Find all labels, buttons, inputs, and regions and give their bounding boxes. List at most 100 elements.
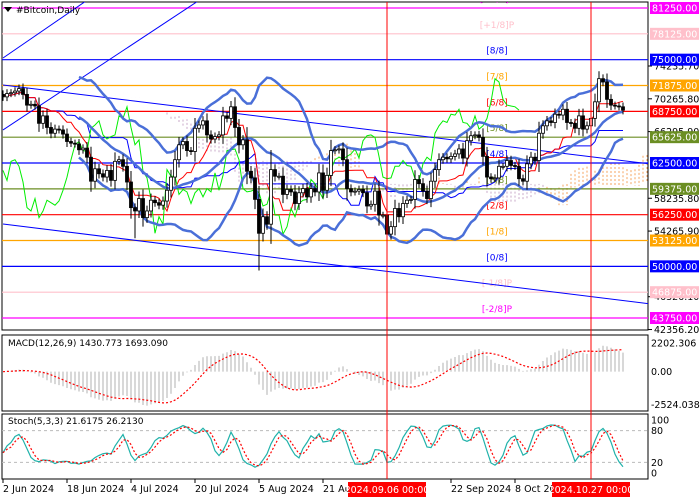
candle [393, 208, 397, 228]
date-tick-label: 18 Jun 2024 [67, 484, 124, 495]
candle [249, 170, 253, 179]
candle [197, 124, 201, 129]
candle [605, 81, 609, 100]
price-level-label: 75000.00 [652, 55, 697, 66]
candle [505, 160, 509, 167]
candle [153, 199, 157, 204]
candle [85, 147, 89, 158]
price-level-label: 53125.00 [652, 236, 697, 247]
candle [221, 115, 225, 136]
candle [17, 88, 21, 92]
candle [377, 190, 381, 216]
candle [141, 198, 145, 218]
candle [341, 148, 345, 161]
candle [113, 160, 117, 181]
candle [125, 165, 129, 183]
candle [417, 179, 421, 185]
candle [597, 78, 601, 103]
trading-chart[interactable]: [+2/8]P[+1/8]P[8/8][7/8][6/8][5/8][4/8][… [0, 0, 700, 500]
murrey-level-label: [2/8] [486, 202, 508, 212]
candle [561, 108, 565, 116]
candle [33, 103, 37, 107]
candle [465, 140, 469, 159]
candle [281, 175, 285, 195]
candle [537, 132, 541, 161]
candle [489, 176, 493, 180]
candle [361, 189, 365, 194]
date-tick-label: 4 Jul 2024 [131, 484, 179, 495]
candle [541, 125, 545, 134]
candle [49, 127, 53, 134]
candle [97, 168, 101, 175]
candle [241, 139, 245, 146]
candle [69, 141, 73, 144]
candle [193, 127, 197, 152]
candle [409, 198, 413, 201]
candle [213, 136, 217, 140]
murrey-level-label: [+2/8]P [480, 0, 515, 5]
candle [453, 153, 457, 157]
candle [509, 160, 513, 166]
candle [449, 155, 453, 160]
candle [185, 141, 189, 152]
candle [157, 202, 161, 206]
candle [53, 128, 57, 134]
candle [301, 188, 305, 194]
candle [45, 115, 49, 128]
candle [549, 120, 553, 123]
price-level-label: 65625.00 [652, 133, 697, 144]
candle [485, 155, 489, 178]
macd-title: MACD(12,26,9) 1430.773 1693.090 [8, 339, 168, 349]
candle [245, 139, 249, 172]
candle [373, 190, 377, 205]
candle [149, 199, 153, 212]
candle [73, 142, 77, 145]
candle [437, 159, 441, 171]
date-tick-label: 22 Sep 2024 [451, 484, 511, 495]
price-level-label: 78125.00 [652, 29, 697, 40]
candle [601, 78, 605, 83]
price-panel[interactable]: [+2/8]P[+1/8]P[8/8][7/8][6/8][5/8][4/8][… [1, 0, 700, 336]
candle [585, 125, 589, 130]
candle [61, 129, 65, 135]
candle [621, 106, 625, 111]
macd-tick-label: 2202.306 [651, 339, 696, 350]
murrey-level-label: [0/8] [486, 253, 508, 263]
candle [117, 159, 121, 162]
candle [237, 127, 241, 146]
candle [609, 98, 613, 106]
candle [493, 177, 497, 180]
candle [457, 148, 461, 155]
price-level-label: 59375.00 [652, 184, 697, 195]
candle [77, 143, 81, 151]
price-level-label: 71875.00 [652, 81, 697, 92]
candle [325, 175, 329, 191]
price-level-label: 62500.00 [652, 159, 697, 170]
murrey-level-label: [8/8] [486, 47, 508, 57]
candle [189, 150, 193, 153]
candle [129, 181, 133, 209]
candle [613, 104, 617, 107]
candle [389, 226, 393, 235]
candle [29, 103, 33, 106]
candle [225, 115, 229, 119]
candle [317, 172, 321, 193]
date-marker-label: 2024.09.06 00:00 [345, 485, 430, 496]
candle [133, 207, 137, 212]
candle [337, 148, 341, 151]
date-axis: 2 Jun 2024 18 Jun 2024 4 Jul 2024 20 Jul 20… [2, 479, 568, 495]
candle [57, 128, 61, 131]
candle [569, 122, 573, 124]
candle [177, 144, 181, 161]
candle [173, 159, 177, 178]
candle [357, 189, 361, 192]
candle [445, 156, 449, 160]
candle [253, 177, 257, 200]
price-level-label: 50000.00 [652, 262, 697, 273]
candle [161, 200, 165, 206]
candle [209, 134, 213, 140]
candle [165, 189, 169, 202]
candle [345, 159, 349, 190]
price-level-label: 46875.00 [652, 288, 697, 299]
murrey-level-label: [+1/8]P [480, 21, 515, 31]
